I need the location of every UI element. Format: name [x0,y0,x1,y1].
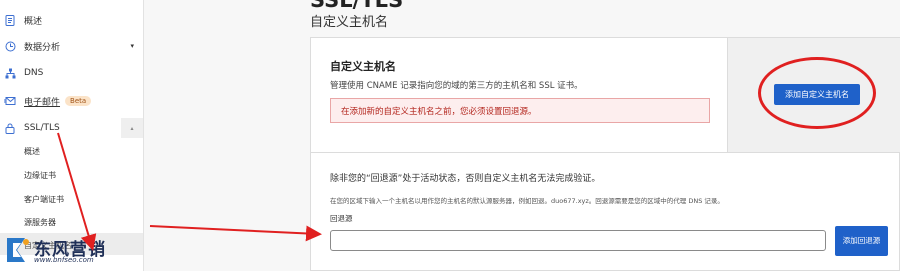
watermark: 东风营销 www.bnfseo.com [0,226,143,271]
sidebar-item-overview[interactable]: 概述 [0,9,143,31]
beta-badge: Beta [65,96,92,106]
annotation-circle [758,57,876,129]
add-fallback-origin-button[interactable]: 添加回退源 [835,226,888,256]
lock-icon [4,122,16,134]
sidebar-subitem-client-certificates[interactable]: 客户端证书 [24,194,64,205]
chevron-up-icon: ▴ [130,124,134,132]
email-icon [4,95,16,107]
fallback-origin-label: 回退源 [330,214,353,223]
network-icon [4,67,16,79]
sidebar-subitem-overview[interactable]: 概述 [24,146,40,157]
warning-banner: 在添加新的自定义主机名之前，您必须设置回退源。 [330,98,710,123]
sidebar-item-label: 数据分析 [24,42,61,53]
page-subtitle: 自定义主机名 [310,15,389,30]
warning-text: 在添加新的自定义主机名之前，您必须设置回退源。 [341,106,537,117]
fallback-origin-input[interactable] [330,230,826,251]
chevron-down-icon: ▾ [130,42,134,50]
watermark-logo-icon [7,238,29,262]
sidebar-item-label: 概述 [24,16,43,27]
collapse-button[interactable]: ▴ [121,118,143,138]
sidebar-item-analytics[interactable]: 数据分析 ▾ [0,35,143,57]
fallback-origin-card: 除非您的“回退源”处于活动状态，否则自定义主机名无法完成验证。 在您的区域下输入… [310,153,900,271]
sidebar-item-label: SSL/TLS [24,123,60,133]
card-title: 自定义主机名 [330,60,396,73]
sidebar-item-label: DNS [24,68,44,78]
sidebar-item-email[interactable]: 电子邮件 Beta [0,90,143,112]
sidebar: 概述 数据分析 ▾ DNS 电子邮件 Beta SSL/TLS ▴ 概述 边缘证… [0,0,144,271]
document-icon [4,14,16,26]
card-description: 管理使用 CNAME 记录指向您的域的第三方的主机名和 SSL 证书。 [330,81,583,91]
annotation-arrow-right [149,225,322,242]
sidebar-subitem-edge-certificates[interactable]: 边缘证书 [24,170,56,181]
chart-clock-icon [4,40,16,52]
sidebar-item-dns[interactable]: DNS [0,62,143,84]
fallback-hint: 在您的区域下输入一个主机名以用作您的主机名的默认源服务器，例如回退。duo677… [330,197,724,205]
sidebar-item-label: 电子邮件 [24,97,61,108]
watermark-url: www.bnfseo.com [34,256,94,264]
fallback-note: 除非您的“回退源”处于活动状态，否则自定义主机名无法完成验证。 [330,174,601,184]
